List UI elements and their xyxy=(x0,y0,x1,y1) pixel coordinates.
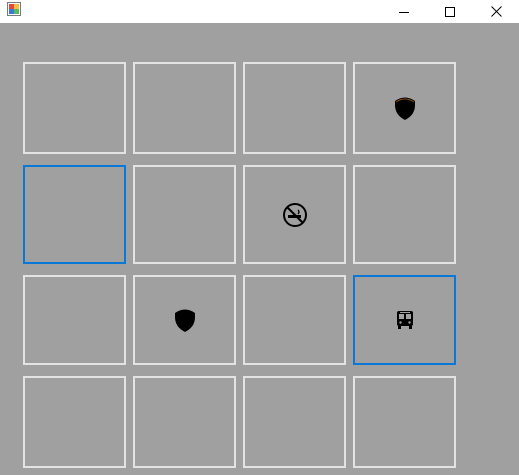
tile-r3-c3[interactable] xyxy=(243,275,346,365)
minimize-icon xyxy=(399,11,409,13)
tile-r1-c1[interactable] xyxy=(23,62,126,154)
tile-r2-c2[interactable] xyxy=(133,165,236,264)
maximize-button[interactable] xyxy=(427,0,473,23)
shield-icon xyxy=(173,307,197,333)
tile-r2-c4[interactable] xyxy=(353,165,456,264)
tile-r1-c4[interactable] xyxy=(353,62,456,154)
tile-r4-c4[interactable] xyxy=(353,376,456,468)
tile-r4-c2[interactable] xyxy=(133,376,236,468)
tile-r4-c1[interactable] xyxy=(23,376,126,468)
tile-r4-c3[interactable] xyxy=(243,376,346,468)
close-button[interactable] xyxy=(473,0,519,23)
minimize-button[interactable] xyxy=(381,0,427,23)
tile-r2-c1[interactable] xyxy=(23,165,126,264)
no-smoking-icon xyxy=(282,202,308,228)
tile-r1-c2[interactable] xyxy=(133,62,236,154)
tile-r3-c1[interactable] xyxy=(23,275,126,365)
title-bar[interactable] xyxy=(0,0,519,23)
bus-icon xyxy=(395,310,415,330)
close-icon xyxy=(490,6,502,17)
maximize-icon xyxy=(445,6,455,17)
shield-icon xyxy=(393,95,417,121)
tile-r3-c4[interactable] xyxy=(353,275,456,365)
game-board xyxy=(0,23,519,475)
tile-r3-c2[interactable] xyxy=(133,275,236,365)
tile-r1-c3[interactable] xyxy=(243,62,346,154)
tile-r2-c3[interactable] xyxy=(243,165,346,264)
app-icon xyxy=(7,2,21,16)
